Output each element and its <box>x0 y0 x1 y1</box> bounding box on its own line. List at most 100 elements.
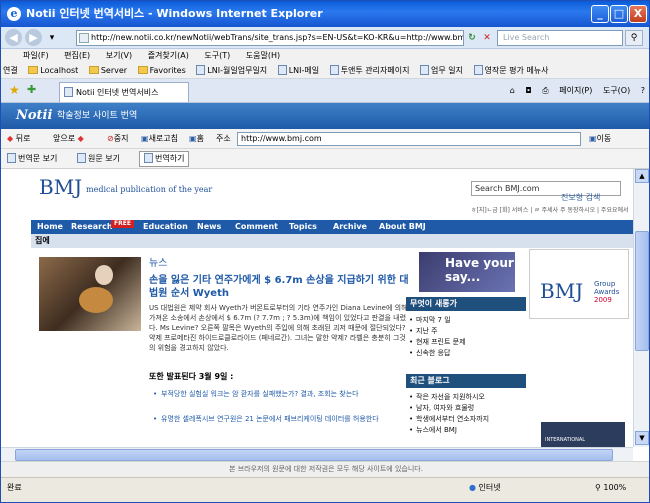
minimize-button[interactable]: _ <box>591 5 609 23</box>
menu-edit[interactable]: 편집(E) <box>64 51 90 60</box>
news-headline[interactable]: 손을 잃은 기타 연주가에게 $ 6.7m 손상을 지급하기 위한 대법원 순서… <box>149 274 411 300</box>
nav-comment[interactable]: Comment <box>235 220 278 234</box>
tr-stop-button[interactable]: ⊘중지 <box>107 129 128 148</box>
close-button[interactable]: X <box>629 5 647 23</box>
tr-url-input[interactable]: http://www.bmj.com <box>237 132 581 146</box>
tr-forward-button[interactable]: 앞으로 ◆ <box>53 129 84 148</box>
feeds-icon[interactable]: ◘ <box>525 86 531 95</box>
menu-help[interactable]: 도움말(H) <box>246 51 280 60</box>
window-title: Notii 인터넷 번역서비스 - Windows Internet Explo… <box>26 7 323 20</box>
menu-favorites[interactable]: 즐겨찾기(A) <box>148 51 189 60</box>
nav-archive[interactable]: Archive <box>333 220 367 234</box>
tools-menu[interactable]: 도구(O) <box>603 86 630 95</box>
nav-topics[interactable]: Topics <box>289 220 317 234</box>
star-icon[interactable]: ★ <box>9 83 20 97</box>
page-icon <box>277 65 287 75</box>
link-localhost[interactable]: Localhost <box>28 63 78 78</box>
horizontal-scrollbar[interactable] <box>1 447 633 461</box>
notii-header: Notii 학술정보 사이트 번역 <box>1 103 649 129</box>
nav-education[interactable]: Education <box>143 220 188 234</box>
nav-about[interactable]: About BMJ <box>379 220 426 234</box>
history-dropdown-icon[interactable]: ▾ <box>45 30 59 46</box>
url-input[interactable]: http://new.notii.co.kr/newNotii/webTrans… <box>76 30 464 46</box>
link-admin[interactable]: 투앤투 관리자페이지 <box>329 63 409 78</box>
bmj-utility-links[interactable]: ㅎ[지]ㄴ금 [회] 서비스 | ㄹ 주세사 주 동장하시오 | 주요요에서 <box>471 207 629 215</box>
nav-news[interactable]: News <box>197 220 221 234</box>
link-server[interactable]: Server <box>88 63 127 78</box>
translator-toolbar: ◆ 뒤로 앞으로 ◆ ⊘중지 ▣새로고침 ▣홈 주소 http://www.bm… <box>1 129 649 149</box>
news-bullet[interactable]: 유명한 셀레폭시브 연구원은 21 논문에서 패브리케이팅 데이터를 허용한다 <box>153 414 411 424</box>
nav-home[interactable]: Home <box>37 220 63 234</box>
page-icon <box>420 65 430 75</box>
tr-go-button[interactable]: ▣이동 <box>589 129 611 148</box>
have-your-say-banner[interactable]: Have your say... <box>419 252 515 292</box>
news-bullet[interactable]: 부적당한 실험실 워크는 암 환자를 실패했는가? 결과, 조회는 찾는다 <box>153 389 411 399</box>
bmj-awards-ad[interactable]: BMJ Group Awards 2009 <box>529 249 629 319</box>
scroll-thumb[interactable] <box>15 449 613 461</box>
page-icon <box>79 33 89 43</box>
links-label: 연결 <box>3 66 18 75</box>
search-icon[interactable]: ⚲ <box>625 30 643 46</box>
bmj-nav: Home Research FREE Education News Commen… <box>31 220 633 234</box>
live-search-input[interactable]: Live Search <box>497 30 623 46</box>
vertical-scrollbar[interactable]: ▲ ▼ <box>633 169 649 447</box>
list-item[interactable]: 마지막 7 일 <box>409 315 526 326</box>
forward-arrow-icon[interactable]: ▶ <box>25 29 42 46</box>
zoom-level[interactable]: ⚲ 100% <box>595 478 626 498</box>
home-icon[interactable]: ⌂ <box>510 86 515 95</box>
free-badge: FREE <box>111 220 134 228</box>
page-icon <box>196 65 206 75</box>
menu-view[interactable]: 보기(V) <box>106 51 132 60</box>
view-translation-button[interactable]: 번역문 보기 <box>7 149 57 168</box>
list-item[interactable]: 지난 주 <box>409 326 526 337</box>
tab-notii[interactable]: Notii 인터넷 번역서비스 <box>59 82 189 102</box>
page-icon <box>7 153 16 163</box>
scroll-thumb[interactable] <box>635 231 649 351</box>
scroll-up-icon[interactable]: ▲ <box>635 169 649 183</box>
menu-tools[interactable]: 도구(T) <box>204 51 230 60</box>
list-item[interactable]: 남자, 여자와 흐물렁 <box>409 403 526 414</box>
link-lni-mail[interactable]: LNI-메일 <box>277 63 319 78</box>
copyright-notice: 본 브라우저의 원문에 대한 저작권은 모두 해당 사이트에 있습니다. <box>1 461 649 477</box>
tr-refresh-button[interactable]: ▣새로고침 <box>141 129 178 148</box>
blogs-list: 작은 자선을 지원하시오 남자, 여자와 흐물렁 학생에서부터 연소자까지 뉴스… <box>406 392 526 436</box>
list-item[interactable]: 뉴스에서 BMJ <box>409 425 526 436</box>
back-arrow-icon[interactable]: ◀ <box>5 29 22 46</box>
list-item[interactable]: 작은 자선을 지원하시오 <box>409 392 526 403</box>
zoom-icon: ⚲ <box>595 483 601 492</box>
guitarist-photo <box>39 257 141 331</box>
link-work-log[interactable]: 업무 일지 <box>420 63 463 78</box>
scroll-down-icon[interactable]: ▼ <box>635 431 649 445</box>
add-favorites-icon[interactable]: ✚ <box>27 83 36 96</box>
notii-subtitle: 학술정보 사이트 번역 <box>57 111 138 121</box>
link-lni-daily[interactable]: LNI-월일업무일지 <box>196 63 267 78</box>
print-icon[interactable]: ⎙ <box>542 86 548 95</box>
list-item[interactable]: 현재 프린트 문제 <box>409 337 526 348</box>
link-favorites[interactable]: Favorites <box>137 63 186 78</box>
translate-button[interactable]: 번역하기 <box>139 151 190 167</box>
forward-arrow-icon: ◆ <box>77 134 84 143</box>
advanced-search-link[interactable]: 진보형 검색 <box>561 193 600 203</box>
help-icon[interactable]: ? <box>641 86 645 95</box>
tr-home-button[interactable]: ▣홈 <box>189 129 204 148</box>
view-original-button[interactable]: 원문 보기 <box>77 149 120 168</box>
status-text: 완료 <box>7 483 22 492</box>
bmj-logo[interactable]: BMJ <box>39 175 82 199</box>
nav-research[interactable]: Research <box>71 220 113 234</box>
link-essay[interactable]: 영작문 평가 메뉴사 <box>473 63 549 78</box>
refresh-icon[interactable]: ↻ <box>465 30 479 46</box>
tr-back-button[interactable]: ◆ 뒤로 <box>7 129 30 148</box>
menu-file[interactable]: 파일(F) <box>23 51 49 60</box>
international-ad[interactable]: INTERNATIONAL <box>541 422 625 447</box>
list-item[interactable]: 신속한 응답 <box>409 348 526 359</box>
maximize-button[interactable]: □ <box>610 5 628 23</box>
page-menu[interactable]: 페이지(P) <box>559 86 592 95</box>
refresh-icon: ▣ <box>141 134 149 143</box>
page-icon <box>77 153 86 163</box>
url-text: http://new.notii.co.kr/newNotii/webTrans… <box>91 33 464 42</box>
stop-icon[interactable]: ✕ <box>480 30 494 46</box>
list-item[interactable]: 학생에서부터 연소자까지 <box>409 414 526 425</box>
also-label: 또한 발표된다 3월 9일 : <box>149 372 234 381</box>
blogs-title: 최근 블로그 <box>406 374 526 388</box>
ad-year: 2009 <box>594 296 612 304</box>
